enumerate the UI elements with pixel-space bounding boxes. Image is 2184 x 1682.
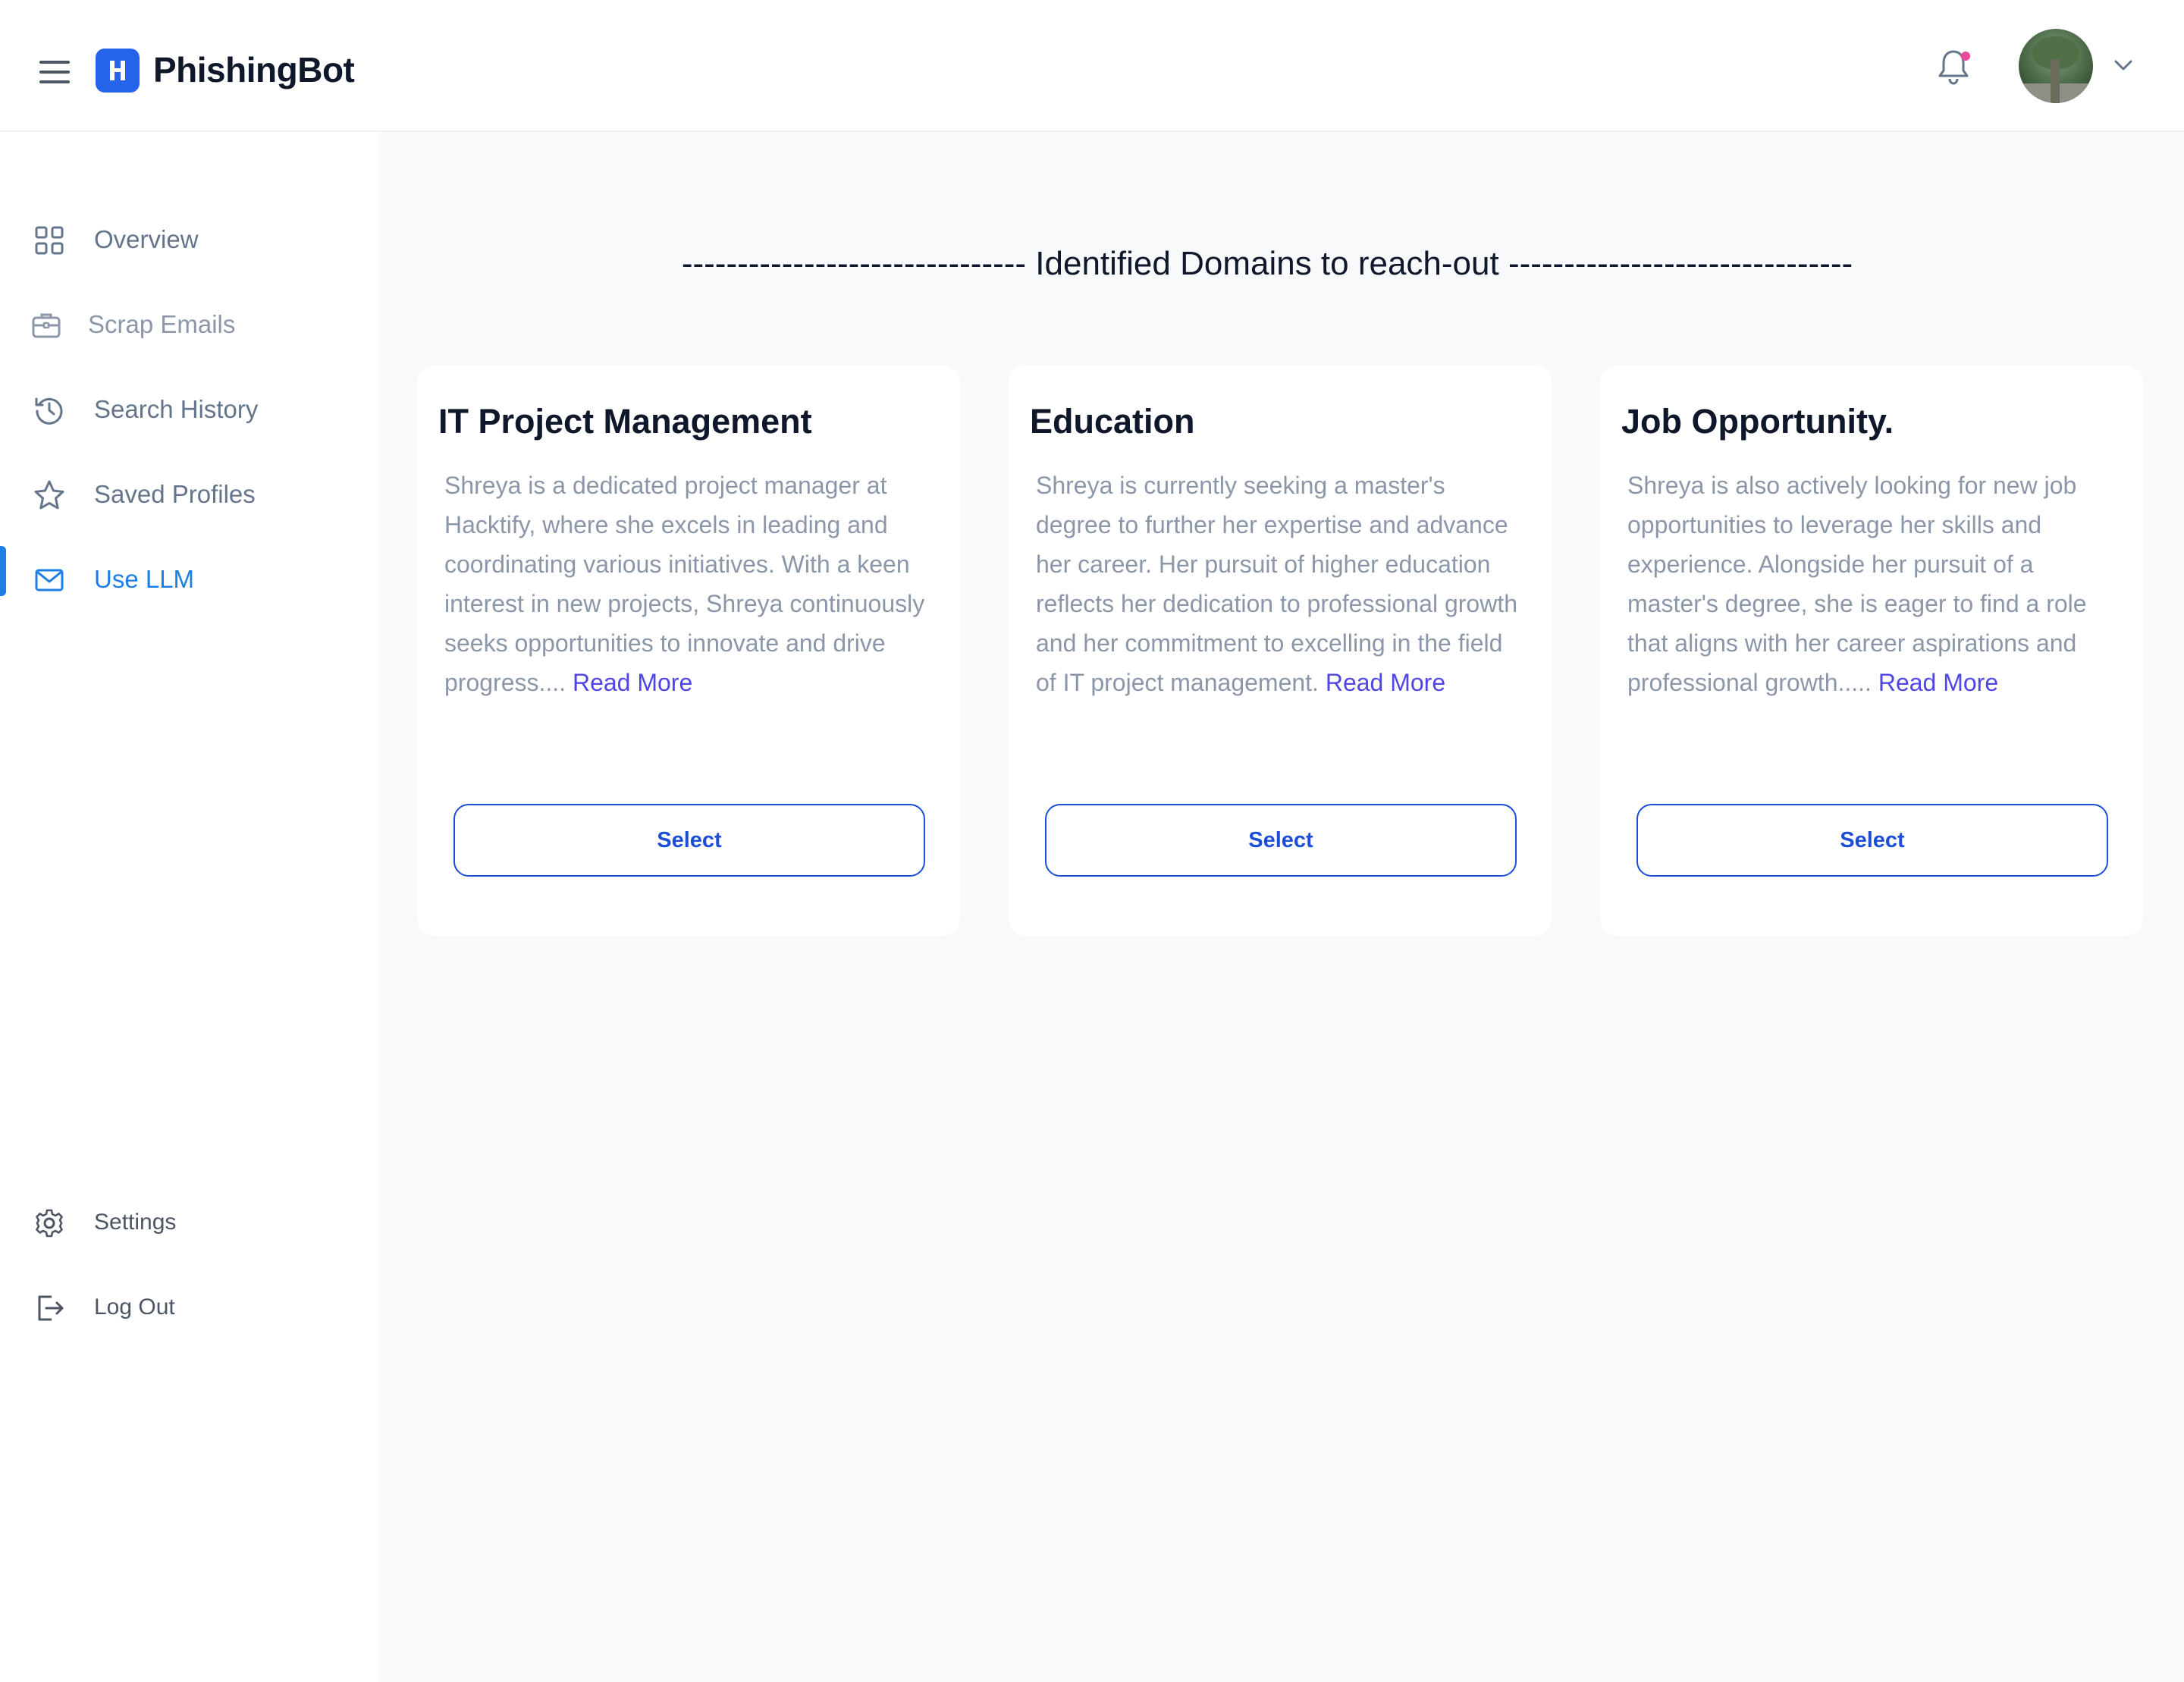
read-more-link[interactable]: Read More [573,669,692,696]
sidebar-item-label: Saved Profiles [94,480,256,508]
select-button[interactable]: Select [1045,804,1517,877]
card-title: Education [1030,402,1195,441]
star-icon [33,479,65,511]
history-icon [33,394,65,426]
sidebar-item-scrap-emails[interactable]: Scrap Emails [0,297,379,352]
domain-card: IT Project Management Shreya is a dedica… [417,366,960,936]
card-description: Shreya is also actively looking for new … [1627,466,2113,702]
sidebar-item-settings[interactable]: Settings [0,1195,379,1250]
card-description-text: Shreya is currently seeking a master's d… [1036,472,1518,696]
hamburger-icon[interactable] [39,61,70,83]
mail-icon [33,564,65,596]
sidebar-item-saved-profiles[interactable]: Saved Profiles [0,467,379,522]
card-title: IT Project Management [438,402,812,441]
briefcase-icon [30,309,62,341]
logo-icon [96,49,140,93]
sidebar-item-label: Search History [94,395,259,423]
sidebar-item-search-history[interactable]: Search History [0,382,379,437]
notification-dot [1961,52,1970,61]
sidebar-item-overview[interactable]: Overview [0,212,379,267]
card-description: Shreya is a dedicated project manager at… [444,466,930,702]
logout-icon [33,1292,65,1324]
gear-icon [33,1207,65,1239]
main-content: ------------------------------- Identifi… [379,132,2184,1682]
sidebar-item-label: Scrap Emails [88,310,236,338]
domain-card: Job Opportunity. Shreya is also actively… [1600,366,2143,936]
card-title: Job Opportunity. [1621,402,1894,441]
card-description: Shreya is currently seeking a master's d… [1036,466,1521,702]
sidebar-item-use-llm[interactable]: Use LLM [0,552,379,607]
read-more-link[interactable]: Read More [1326,669,1445,696]
sidebar-item-label: Overview [94,225,199,253]
domain-card: Education Shreya is currently seeking a … [1009,366,1552,936]
bell-icon[interactable] [1935,47,1972,86]
select-button[interactable]: Select [1636,804,2108,877]
select-button[interactable]: Select [453,804,925,877]
top-bar: PhishingBot [0,0,2184,132]
sidebar: Overview Scrap Emails Search History Sav… [0,132,379,1682]
card-description-text: Shreya is a dedicated project manager at… [444,472,925,696]
page-title: ------------------------------- Identifi… [681,245,1853,282]
logo-letter-icon [110,61,125,80]
avatar[interactable] [2019,29,2093,103]
brand-name[interactable]: PhishingBot [153,47,355,93]
card-description-text: Shreya is also actively looking for new … [1627,472,2087,696]
sidebar-item-label: Settings [94,1210,177,1235]
chevron-down-icon[interactable] [2113,58,2134,73]
read-more-link[interactable]: Read More [1878,669,1998,696]
sidebar-item-label: Log Out [94,1294,175,1320]
grid-icon [33,224,65,256]
sidebar-item-log-out[interactable]: Log Out [0,1280,379,1335]
sidebar-item-label: Use LLM [94,565,195,593]
